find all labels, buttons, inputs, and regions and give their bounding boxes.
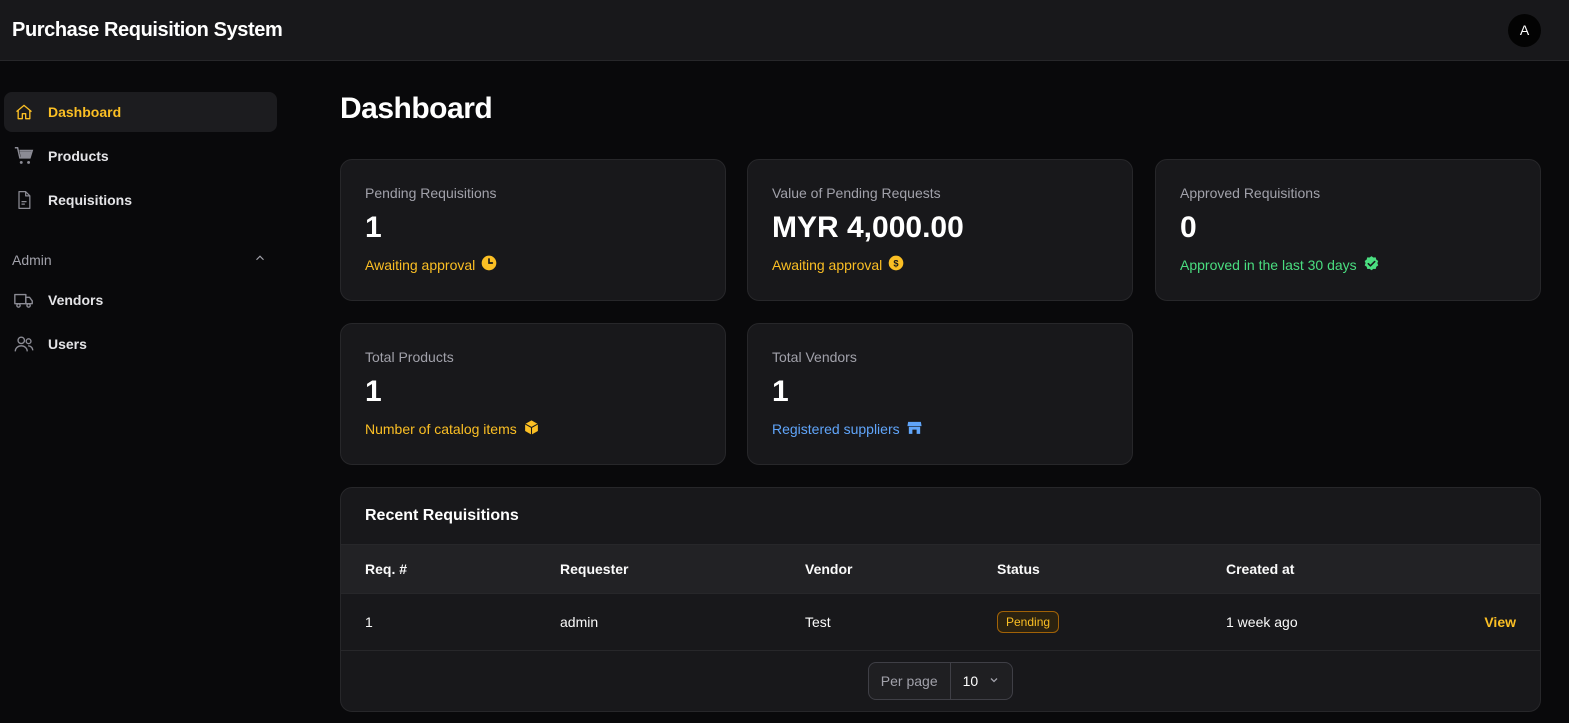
- app-title: Purchase Requisition System: [12, 18, 283, 41]
- per-page-control: Per page 10: [867, 662, 1014, 700]
- stat-value: MYR 4,000.00: [772, 211, 964, 244]
- storefront-icon: [906, 419, 923, 439]
- users-icon: [13, 333, 35, 355]
- cell-requester: admin: [560, 614, 599, 630]
- sidebar-item-dashboard[interactable]: Dashboard: [4, 92, 277, 132]
- status-badge: Pending: [997, 611, 1060, 633]
- stat-description-text: Registered suppliers: [772, 421, 900, 437]
- cell-created-at: 1 week ago: [1226, 614, 1298, 630]
- stat-value: 1: [365, 375, 382, 408]
- sidebar-item-vendors[interactable]: Vendors: [4, 280, 277, 320]
- chevron-up-icon: [253, 251, 267, 270]
- recent-requisitions-panel: Recent Requisitions Req. # Requester Ven…: [340, 487, 1541, 712]
- stat-label: Pending Requisitions: [365, 185, 497, 201]
- admin-group-label: Admin: [12, 252, 52, 268]
- per-page-select[interactable]: 10: [951, 663, 1013, 699]
- sidebar: Dashboard Products Requisitions Admin Ve…: [4, 92, 277, 368]
- stat-label: Approved Requisitions: [1180, 185, 1321, 201]
- column-header[interactable]: Vendor: [805, 561, 852, 577]
- stat-value: 1: [772, 375, 789, 408]
- page-title: Dashboard: [340, 92, 493, 125]
- cube-icon: [523, 419, 540, 439]
- cell-req-number: 1: [365, 614, 373, 630]
- column-header[interactable]: Status: [997, 561, 1040, 577]
- truck-icon: [13, 289, 35, 311]
- pagination: Per page 10: [341, 651, 1540, 711]
- cell-status: Pending: [997, 611, 1060, 633]
- sidebar-item-label: Requisitions: [48, 192, 133, 208]
- check-badge-icon: [1363, 255, 1380, 275]
- sidebar-item-label: Vendors: [48, 292, 104, 308]
- top-bar: Purchase Requisition System A: [0, 0, 1569, 61]
- stat-description-text: Awaiting approval: [772, 256, 883, 273]
- stat-description: Registered suppliers: [772, 419, 1108, 439]
- stat-description: Awaiting approval $: [772, 255, 1108, 274]
- recent-requisitions-title: Recent Requisitions: [341, 488, 1540, 545]
- clock-icon: [481, 255, 497, 274]
- sidebar-item-users[interactable]: Users: [4, 324, 277, 364]
- stat-card-total-products: Total Products 1 Number of catalog items: [340, 323, 726, 465]
- stat-description-text: Approved in the last 30 days: [1180, 257, 1357, 273]
- stat-description: Number of catalog items: [365, 419, 701, 439]
- stat-description-text: Number of catalog items: [365, 421, 517, 437]
- stat-label: Total Vendors: [772, 349, 857, 365]
- home-icon: [13, 101, 35, 123]
- table-header: Req. # Requester Vendor Status Created a…: [341, 545, 1540, 594]
- sidebar-item-label: Products: [48, 148, 109, 164]
- dollar-icon: $: [888, 255, 904, 274]
- stat-value: 0: [1180, 211, 1197, 244]
- user-avatar[interactable]: A: [1508, 13, 1541, 47]
- stat-card-pending-requisitions: Pending Requisitions 1 Awaiting approval: [340, 159, 726, 301]
- svg-text:$: $: [894, 258, 900, 268]
- column-header[interactable]: Created at: [1226, 561, 1294, 577]
- per-page-label: Per page: [869, 663, 951, 699]
- admin-group-toggle[interactable]: Admin: [4, 240, 277, 280]
- stat-description: Approved in the last 30 days: [1180, 255, 1516, 275]
- document-icon: [13, 189, 35, 211]
- chevron-down-icon: [988, 673, 1000, 689]
- sidebar-item-requisitions[interactable]: Requisitions: [4, 180, 277, 220]
- stat-card-pending-value: Value of Pending Requests MYR 4,000.00 A…: [747, 159, 1133, 301]
- cell-vendor: Test: [805, 614, 831, 630]
- column-header[interactable]: Requester: [560, 561, 628, 577]
- stat-description-text: Awaiting approval: [365, 256, 476, 273]
- table-row[interactable]: 1 admin Test Pending 1 week ago View: [341, 594, 1540, 651]
- stat-card-total-vendors: Total Vendors 1 Registered suppliers: [747, 323, 1133, 465]
- stat-value: 1: [365, 211, 382, 244]
- per-page-value: 10: [962, 673, 979, 689]
- sidebar-item-label: Users: [48, 336, 87, 352]
- sidebar-item-label: Dashboard: [48, 104, 122, 120]
- stat-description: Awaiting approval: [365, 255, 701, 274]
- stat-label: Total Products: [365, 349, 454, 365]
- stat-label: Value of Pending Requests: [772, 185, 941, 201]
- column-header[interactable]: Req. #: [365, 561, 407, 577]
- stat-card-approved: Approved Requisitions 0 Approved in the …: [1155, 159, 1541, 301]
- sidebar-item-products[interactable]: Products: [4, 136, 277, 176]
- cart-icon: [13, 145, 35, 167]
- view-link[interactable]: View: [1484, 614, 1516, 630]
